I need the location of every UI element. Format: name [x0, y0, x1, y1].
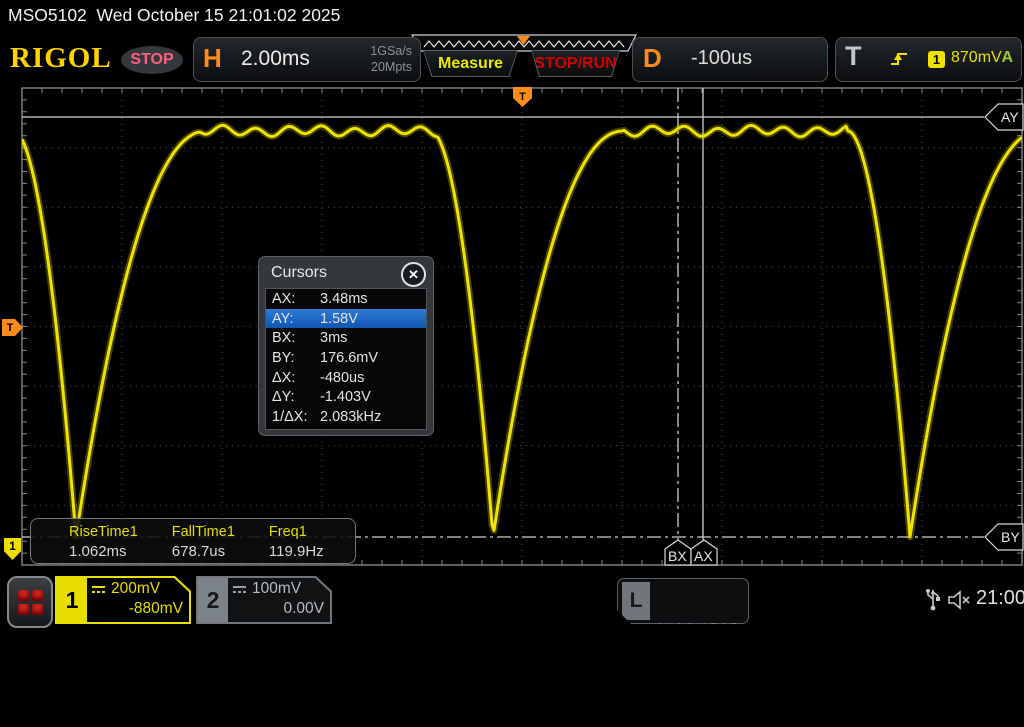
memory-depth: 20Mpts — [370, 59, 412, 75]
menu-grid-icon — [18, 604, 29, 615]
channel2-number: 2 — [198, 578, 228, 622]
cursor-by-tag[interactable]: BY — [984, 523, 1024, 551]
svg-text:AY: AY — [1001, 109, 1019, 125]
channel2-offset: 0.00V — [232, 599, 324, 619]
sample-rate: 1GSa/s — [370, 43, 412, 59]
measurement-falltime: FallTime1 678.7us — [172, 524, 235, 563]
trigger-panel[interactable]: T 1 870mV A — [835, 37, 1022, 82]
close-icon[interactable]: ✕ — [401, 262, 426, 287]
channel1-tab[interactable]: 1 200mV -880mV — [55, 576, 191, 624]
svg-text:BX: BX — [668, 548, 687, 564]
measurement-freq: Freq1 119.9Hz — [269, 524, 324, 563]
cursor-bx-tag[interactable]: BX — [664, 539, 692, 566]
menu-grid-icon — [32, 590, 43, 601]
acquisition-info: 1GSa/s 20Mpts — [370, 43, 412, 75]
cursors-dialog: Cursors ✕ AX:3.48ms AY:1.58V BX:3ms BY:1… — [258, 256, 434, 436]
cursor-row-dx[interactable]: ΔX:-480us — [266, 368, 426, 388]
cursor-ay-tag[interactable]: AY — [984, 103, 1024, 131]
run-state-badge[interactable]: STOP — [121, 46, 183, 74]
delay-label: D — [643, 43, 662, 74]
channel1-number: 1 — [57, 578, 87, 622]
svg-text:AX: AX — [694, 548, 713, 564]
rigol-logo: RIGOL — [10, 42, 112, 75]
menu-grid-icon — [18, 590, 29, 601]
cursors-value-list: AX:3.48ms AY:1.58V BX:3ms BY:176.6mV ΔX:… — [265, 288, 427, 430]
coupling-dc-icon — [232, 584, 247, 595]
trigger-label: T — [845, 41, 862, 72]
logic-analyzer-tab[interactable]: L 0 1 2 3 4 5 6 7 8 9 10 11 12 13 14 15 — [617, 578, 749, 624]
cursor-row-bx[interactable]: BX:3ms — [266, 328, 426, 348]
horizontal-label: H — [203, 43, 222, 74]
delay-panel[interactable]: D -100us — [632, 37, 828, 82]
channel1-offset: -880mV — [91, 599, 183, 619]
cursor-row-ax[interactable]: AX:3.48ms — [266, 289, 426, 309]
menu-grid-icon — [32, 604, 43, 615]
svg-text:BY: BY — [1001, 529, 1020, 545]
stop-run-button[interactable]: STOP/RUN — [531, 50, 620, 77]
coupling-dc-icon — [91, 584, 106, 595]
clock[interactable]: 21:00 — [976, 587, 1024, 610]
usb-icon — [925, 586, 941, 612]
delay-value: -100us — [691, 47, 752, 70]
measure-button[interactable]: Measure — [423, 50, 518, 77]
menu-grid-button[interactable] — [7, 576, 53, 628]
status-bar-title: MSO5102 Wed October 15 21:01:02 2025 — [8, 5, 340, 26]
cursor-row-by[interactable]: BY:176.6mV — [266, 348, 426, 368]
timebase-value: 2.00ms — [241, 47, 310, 71]
logic-analyzer-label: L — [622, 582, 650, 620]
cursor-row-dy[interactable]: ΔY:-1.403V — [266, 387, 426, 407]
channel2-tab[interactable]: 2 100mV 0.00V — [196, 576, 332, 624]
stop-run-button-label: STOP/RUN — [534, 55, 616, 73]
measurement-risetime: RiseTime1 1.062ms — [69, 524, 138, 563]
cursor-row-ay[interactable]: AY:1.58V — [266, 309, 426, 329]
trigger-mode-auto: A — [1001, 49, 1013, 67]
trigger-edge-icon — [888, 49, 910, 69]
cursor-row-inv-dx[interactable]: 1/ΔX:2.083kHz — [266, 407, 426, 427]
horizontal-panel[interactable]: H 2.00ms 1GSa/s 20Mpts — [193, 37, 421, 82]
measure-button-label: Measure — [438, 55, 503, 73]
cursor-ax-tag[interactable]: AX — [690, 539, 718, 566]
trigger-level-value: 870mV — [951, 49, 1002, 67]
cursors-dialog-title: Cursors — [271, 264, 327, 282]
trigger-source-badge: 1 — [928, 51, 945, 68]
channel2-scale: 100mV — [252, 579, 301, 599]
sound-muted-icon[interactable] — [946, 588, 972, 612]
measurement-results-panel: RiseTime1 1.062ms FallTime1 678.7us Freq… — [30, 518, 356, 564]
channel1-scale: 200mV — [111, 579, 160, 599]
